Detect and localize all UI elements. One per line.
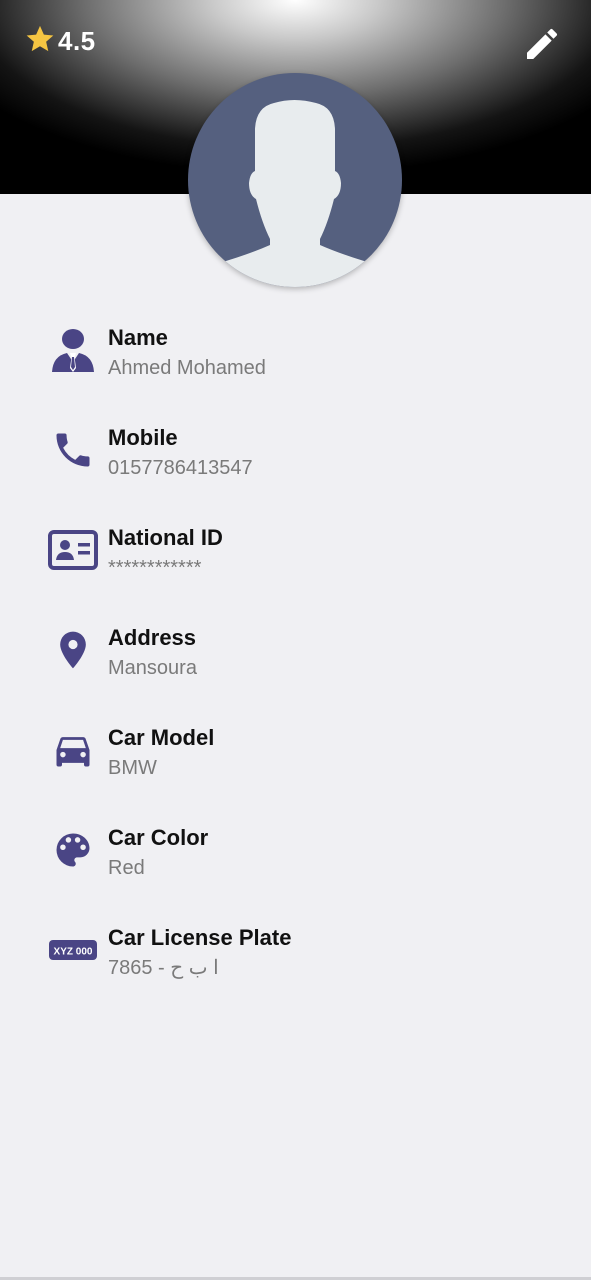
field-value: 0157786413547: [108, 457, 253, 479]
field-label: Address: [108, 625, 197, 650]
businessman-icon: [46, 323, 100, 377]
field-car-color: Car Color Red: [0, 823, 591, 903]
field-label: Name: [108, 325, 168, 350]
pencil-icon: [522, 24, 562, 69]
field-label: Car License Plate: [108, 925, 292, 950]
field-value: Red: [108, 857, 145, 879]
field-value: ************: [108, 557, 202, 579]
field-value: ا ب ح - 7865: [108, 957, 219, 979]
rating-value: 4.5: [58, 25, 96, 56]
field-value: BMW: [108, 757, 157, 779]
field-name: Name Ahmed Mohamed: [0, 323, 591, 403]
avatar[interactable]: [188, 73, 402, 287]
rating: 4.5: [24, 24, 96, 58]
phone-icon: [46, 423, 100, 477]
field-mobile: Mobile 0157786413547: [0, 423, 591, 503]
field-address: Address Mansoura: [0, 623, 591, 703]
palette-icon: [46, 823, 100, 877]
id-card-icon: [46, 523, 100, 577]
car-icon: [46, 723, 100, 777]
field-national-id: National ID ************: [0, 523, 591, 603]
field-value: Mansoura: [108, 657, 197, 679]
field-label: National ID: [108, 525, 223, 550]
field-car-model: Car Model BMW: [0, 723, 591, 803]
plate-text: XYZ 000: [54, 947, 93, 958]
person-silhouette-icon: [188, 100, 402, 287]
star-icon: [24, 23, 56, 60]
location-pin-icon: [46, 623, 100, 677]
field-label: Car Color: [108, 825, 209, 850]
license-plate-icon: XYZ 000: [46, 923, 100, 977]
field-value: Ahmed Mohamed: [108, 357, 266, 379]
field-label: Mobile: [108, 425, 178, 450]
edit-button[interactable]: [520, 24, 564, 68]
field-label: Car Model: [108, 725, 215, 750]
field-car-license-plate: XYZ 000 Car License Plate ا ب ح - 7865: [0, 923, 591, 1003]
